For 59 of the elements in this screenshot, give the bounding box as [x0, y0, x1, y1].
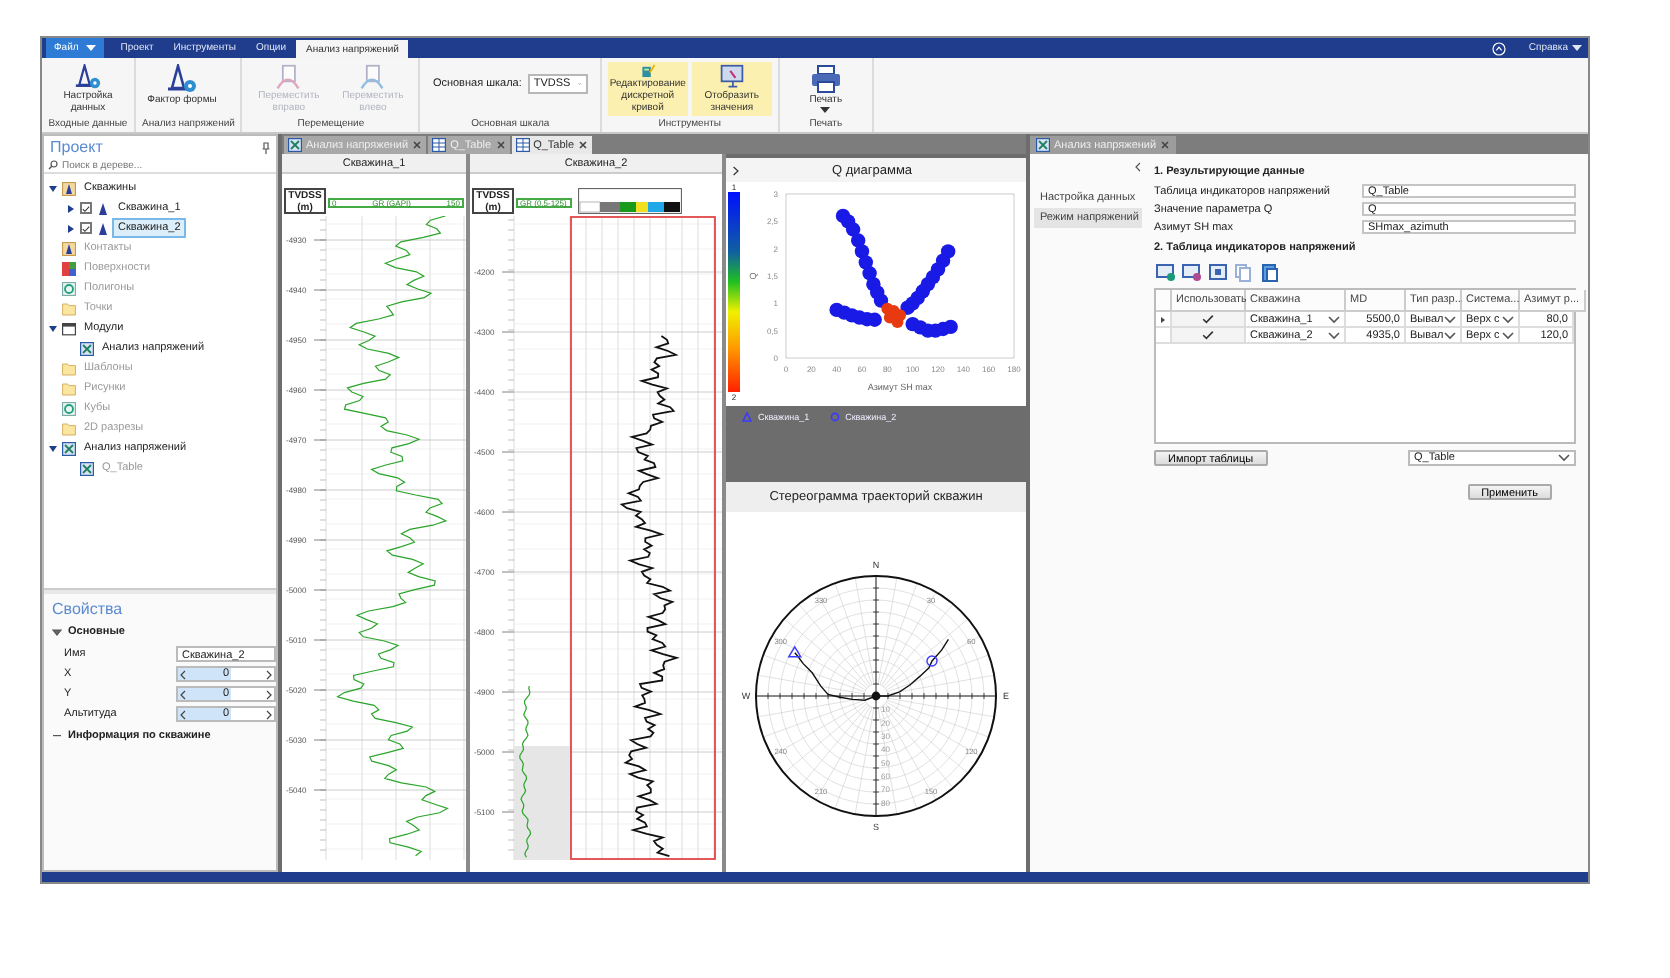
checkbox-cell[interactable]	[1172, 312, 1246, 328]
derrick-icon	[62, 241, 76, 255]
chevron-icon	[1558, 454, 1570, 462]
derrick-gear-icon	[72, 64, 104, 90]
table-icon	[432, 138, 447, 152]
ring-icon	[62, 401, 76, 415]
document-arrow-icon	[356, 64, 389, 90]
close-icon[interactable]	[412, 140, 423, 150]
color-scale-strip	[578, 188, 682, 214]
delete-row-icon[interactable]	[1182, 264, 1202, 282]
paste-icon[interactable]	[1260, 264, 1280, 282]
checkbox[interactable]	[80, 222, 92, 234]
grid-icon	[1036, 138, 1050, 152]
close-icon[interactable]	[578, 140, 589, 150]
select-all-icon[interactable]	[1208, 264, 1228, 282]
caret-icon	[1572, 44, 1582, 52]
grid-icon	[80, 461, 94, 475]
triangle-marker	[742, 411, 752, 421]
printer-icon	[809, 64, 842, 94]
panel-title: Проект	[50, 138, 103, 156]
circle-marker	[829, 411, 840, 421]
derrick-icon	[62, 181, 76, 195]
document-arrow-icon	[272, 64, 305, 90]
circle-marker	[926, 655, 938, 667]
expand-arrow-icon[interactable]	[48, 443, 58, 453]
row-pointer-icon	[1160, 315, 1166, 323]
pin-icon[interactable]	[262, 141, 270, 153]
panel-title: Свойства	[52, 600, 125, 618]
ring-icon	[62, 281, 76, 295]
well-trajectory	[875, 638, 950, 697]
checkbox[interactable]	[80, 202, 92, 214]
expand-arrow-icon[interactable]	[52, 628, 62, 636]
folder-icon	[62, 421, 76, 435]
close-icon[interactable]	[1160, 140, 1171, 150]
grid-icon	[288, 138, 302, 152]
expand-arrow-icon[interactable]	[48, 323, 58, 333]
well-trajectory	[794, 652, 877, 701]
grid-icon	[62, 441, 76, 455]
table-icon	[515, 138, 530, 152]
expand-arrow-icon[interactable]	[66, 203, 76, 213]
expand-arrow-icon[interactable]	[66, 223, 76, 233]
help-icon[interactable]	[1492, 41, 1507, 55]
close-icon[interactable]	[495, 140, 506, 150]
grid-icon	[80, 341, 94, 355]
color-squares-icon	[62, 261, 76, 275]
checkbox-cell[interactable]	[1172, 328, 1246, 344]
window-icon	[62, 321, 76, 335]
monitor-icon	[715, 64, 748, 90]
no-data-area	[514, 746, 570, 860]
caret-icon	[86, 44, 97, 52]
folder-icon	[62, 301, 76, 315]
add-row-icon[interactable]	[1156, 264, 1176, 282]
search-icon	[48, 160, 58, 170]
triangle-marker	[787, 645, 802, 658]
center-blob	[871, 691, 881, 701]
collapse-icon[interactable]	[1134, 162, 1142, 172]
caret-icon	[820, 106, 831, 114]
expand-arrow-icon[interactable]	[48, 183, 58, 193]
derrick-gear-icon	[166, 64, 198, 94]
